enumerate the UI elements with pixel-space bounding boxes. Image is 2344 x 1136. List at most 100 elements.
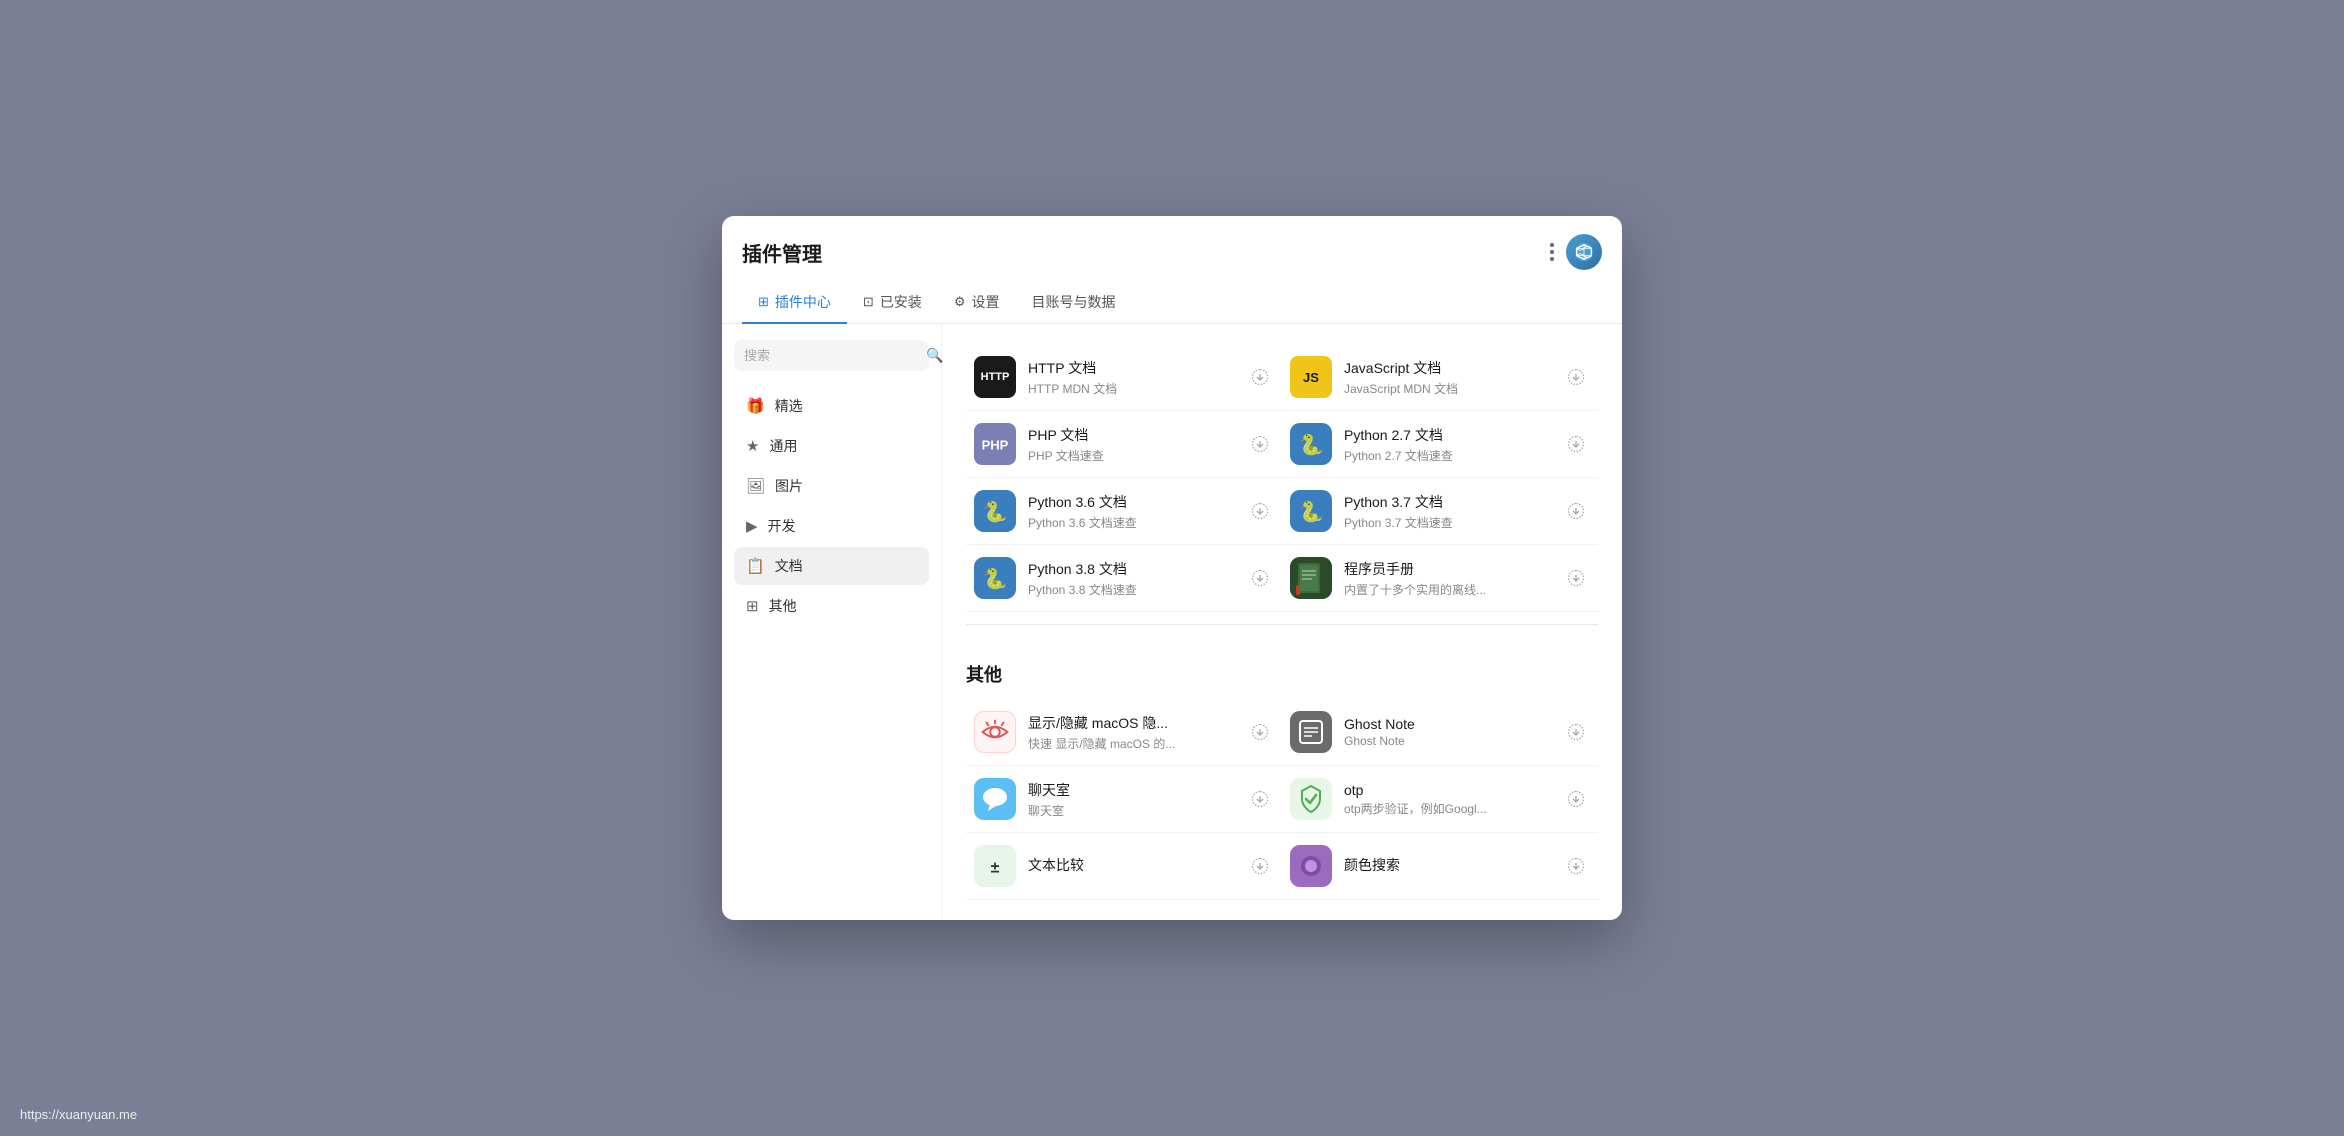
menu-dots-button[interactable]: [1546, 239, 1558, 265]
section-divider: [966, 624, 1598, 625]
plugin-desc-py36: Python 3.6 文档速查: [1028, 514, 1234, 531]
plugin-item-ghost-note[interactable]: Ghost Note Ghost Note: [1282, 699, 1598, 766]
sidebar-item-dev-label: 开发: [768, 516, 796, 536]
download-btn-js[interactable]: [1562, 363, 1590, 391]
plugin-name-py38: Python 3.8 文档: [1028, 559, 1234, 579]
plugin-logo-py36: 🐍: [974, 490, 1016, 532]
plugin-item-py37[interactable]: 🐍 Python 3.7 文档 Python 3.7 文档速查: [1282, 478, 1598, 545]
featured-icon: 🎁: [746, 397, 765, 415]
plugin-desc-handbook: 内置了十多个实用的离线...: [1344, 581, 1550, 598]
sidebar-item-others[interactable]: ⊞ 其他: [734, 587, 929, 625]
download-btn-textdiff[interactable]: [1246, 852, 1274, 880]
title-bar: 插件管理: [722, 216, 1622, 270]
main-content: HTTP HTTP 文档 HTTP MDN 文档: [942, 324, 1622, 920]
others-section-title: 其他: [966, 661, 1598, 687]
tab-installed[interactable]: ⊡ 已安装: [847, 284, 938, 324]
tab-account[interactable]: 目账号与数据: [1015, 284, 1131, 324]
download-btn-color-search[interactable]: [1562, 852, 1590, 880]
plugin-item-php[interactable]: PHP PHP 文档 PHP 文档速查: [966, 411, 1282, 478]
sidebar-item-general[interactable]: ★ 通用: [734, 427, 929, 465]
download-btn-py38[interactable]: [1246, 564, 1274, 592]
plugin-name-py37: Python 3.7 文档: [1344, 492, 1550, 512]
sidebar-item-images-label: 图片: [775, 476, 803, 496]
plugin-logo-color-search: [1290, 845, 1332, 887]
download-btn-php[interactable]: [1246, 430, 1274, 458]
download-btn-http[interactable]: [1246, 363, 1274, 391]
plugin-logo-http: HTTP: [974, 356, 1016, 398]
plugin-desc-ghost-note: Ghost Note: [1344, 734, 1550, 748]
plugin-item-hide-macos[interactable]: 显示/隐藏 macOS 隐... 快速 显示/隐藏 macOS 的...: [966, 699, 1282, 766]
plugin-item-py27[interactable]: 🐍 Python 2.7 文档 Python 2.7 文档速查: [1282, 411, 1598, 478]
download-btn-py37[interactable]: [1562, 497, 1590, 525]
plugin-desc-otp: otp两步验证，例如Googl...: [1344, 800, 1550, 817]
download-btn-py36[interactable]: [1246, 497, 1274, 525]
tab-settings[interactable]: ⚙ 设置: [938, 284, 1016, 324]
search-box[interactable]: 🔍: [734, 340, 929, 371]
plugin-item-textdiff[interactable]: ± 文本比较: [966, 833, 1282, 900]
app-icon-button[interactable]: [1566, 234, 1602, 270]
svg-text:±: ±: [991, 859, 1000, 876]
sidebar-item-featured[interactable]: 🎁 精选: [734, 387, 929, 425]
plugin-info-py27: Python 2.7 文档 Python 2.7 文档速查: [1344, 425, 1550, 464]
download-btn-py27[interactable]: [1562, 430, 1590, 458]
download-btn-hide-macos[interactable]: [1246, 718, 1274, 746]
download-btn-chat[interactable]: [1246, 785, 1274, 813]
plugin-desc-py27: Python 2.7 文档速查: [1344, 447, 1550, 464]
tab-plugin-center[interactable]: ⊞ 插件中心: [742, 284, 847, 324]
plugin-item-otp[interactable]: otp otp两步验证，例如Googl...: [1282, 766, 1598, 833]
download-btn-handbook[interactable]: [1562, 564, 1590, 592]
plugin-item-chat[interactable]: 聊天室 聊天室: [966, 766, 1282, 833]
plugin-name-handbook: 程序员手册: [1344, 559, 1550, 579]
tab-account-label: 目账号与数据: [1031, 292, 1115, 312]
plugin-name-py27: Python 2.7 文档: [1344, 425, 1550, 445]
installed-icon: ⊡: [863, 294, 874, 310]
plugin-desc-js: JavaScript MDN 文档: [1344, 380, 1550, 397]
watermark: https://xuanyuan.me: [20, 1107, 137, 1122]
sidebar-item-others-label: 其他: [769, 596, 797, 616]
general-icon: ★: [746, 437, 759, 455]
download-btn-ghost-note[interactable]: [1562, 718, 1590, 746]
plugin-desc-php: PHP 文档速查: [1028, 447, 1234, 464]
plugin-logo-ghost-note: [1290, 711, 1332, 753]
plugin-item-http[interactable]: HTTP HTTP 文档 HTTP MDN 文档: [966, 344, 1282, 411]
sidebar-item-docs[interactable]: 📋 文档: [734, 547, 929, 585]
plugin-name-color-search: 颜色搜索: [1344, 855, 1550, 875]
plugin-item-js[interactable]: JS JavaScript 文档 JavaScript MDN 文档: [1282, 344, 1598, 411]
sidebar-item-docs-label: 文档: [775, 556, 803, 576]
plugin-logo-handbook: [1290, 557, 1332, 599]
content-area: 🔍 🎁 精选 ★ 通用 🖼 图片 ▶ 开发 📋 文档: [722, 324, 1622, 920]
svg-text:🐍: 🐍: [1299, 432, 1324, 456]
images-icon: 🖼: [746, 477, 765, 495]
plugin-desc-http: HTTP MDN 文档: [1028, 380, 1234, 397]
plugin-info-chat: 聊天室 聊天室: [1028, 780, 1234, 819]
plugin-info-ghost-note: Ghost Note Ghost Note: [1344, 716, 1550, 748]
plugin-name-textdiff: 文本比较: [1028, 855, 1234, 875]
plugin-center-icon: ⊞: [758, 294, 769, 310]
section-spacer: [966, 637, 1598, 661]
plugin-logo-py37: 🐍: [1290, 490, 1332, 532]
plugin-info-handbook: 程序员手册 内置了十多个实用的离线...: [1344, 559, 1550, 598]
svg-text:🐍: 🐍: [983, 499, 1008, 523]
settings-icon: ⚙: [954, 294, 966, 310]
plugin-info-textdiff: 文本比较: [1028, 855, 1234, 877]
plugin-info-py37: Python 3.7 文档 Python 3.7 文档速查: [1344, 492, 1550, 531]
docs-plugins-grid: HTTP HTTP 文档 HTTP MDN 文档: [966, 344, 1598, 612]
plugin-logo-chat: [974, 778, 1016, 820]
plugin-item-color-search[interactable]: 颜色搜索: [1282, 833, 1598, 900]
plugin-item-py38[interactable]: 🐍 Python 3.8 文档 Python 3.8 文档速查: [966, 545, 1282, 612]
plugin-logo-php: PHP: [974, 423, 1016, 465]
plugin-desc-py37: Python 3.7 文档速查: [1344, 514, 1550, 531]
search-input[interactable]: [744, 348, 920, 363]
sidebar-item-general-label: 通用: [769, 436, 797, 456]
plugin-item-handbook[interactable]: 程序员手册 内置了十多个实用的离线...: [1282, 545, 1598, 612]
docs-icon: 📋: [746, 557, 765, 575]
download-btn-otp[interactable]: [1562, 785, 1590, 813]
sidebar-item-dev[interactable]: ▶ 开发: [734, 507, 929, 545]
plugin-logo-textdiff: ±: [974, 845, 1016, 887]
plugin-manager-window: 插件管理 ⊞ 插件中心 ⊡ 已安装 ⚙ 设置: [722, 216, 1622, 920]
sidebar-item-images[interactable]: 🖼 图片: [734, 467, 929, 505]
title-bar-left: 插件管理: [742, 238, 822, 267]
plugin-item-py36[interactable]: 🐍 Python 3.6 文档 Python 3.6 文档速查: [966, 478, 1282, 545]
plugin-desc-hide-macos: 快速 显示/隐藏 macOS 的...: [1028, 735, 1234, 752]
plugin-logo-py38: 🐍: [974, 557, 1016, 599]
